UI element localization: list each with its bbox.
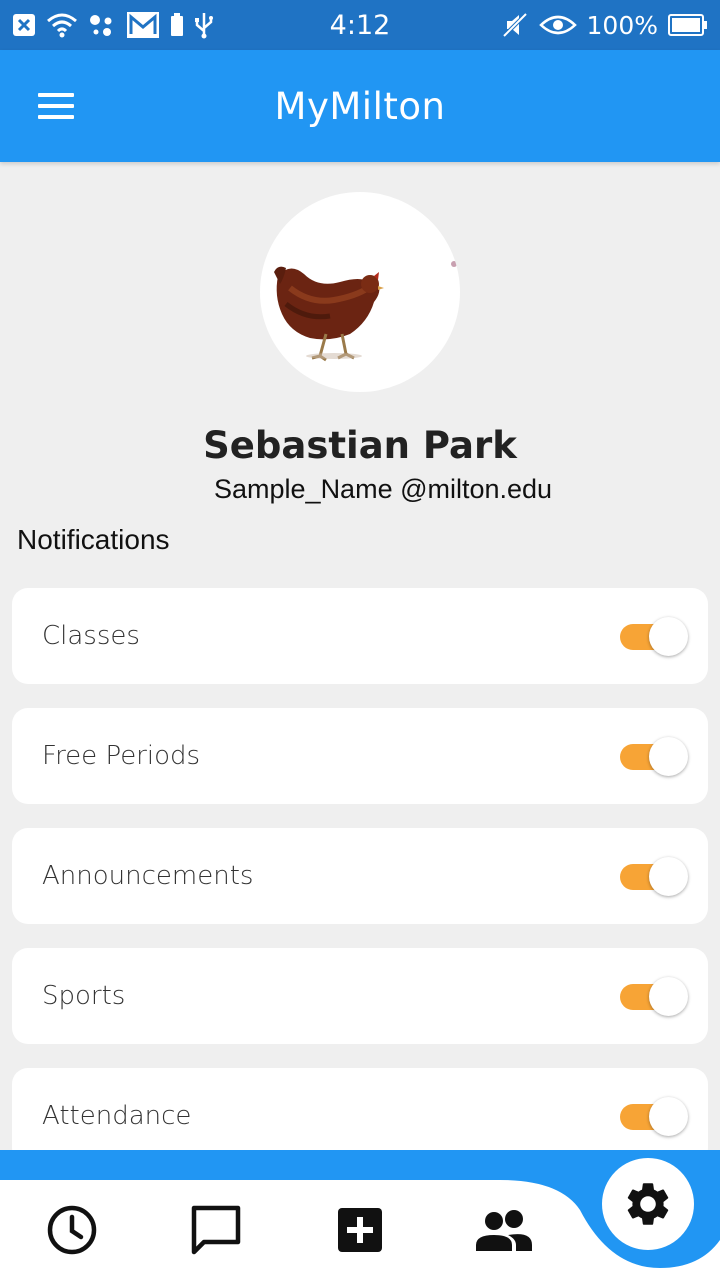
attendance-toggle[interactable]: [616, 1096, 688, 1136]
hen-photo: [274, 261, 457, 362]
people-nav-button[interactable]: [472, 1200, 536, 1260]
classes-toggle[interactable]: [616, 616, 688, 656]
battery-percent: 100%: [586, 10, 658, 40]
close-box-icon: [12, 13, 36, 37]
notification-label: Classes: [42, 621, 140, 651]
notification-label: Sports: [42, 981, 126, 1011]
battery-icon: [668, 14, 708, 36]
notifications-title: Notifications: [17, 524, 170, 555]
hamburger-menu-icon[interactable]: [36, 88, 76, 124]
notification-label: Free Periods: [42, 741, 201, 771]
sports-toggle[interactable]: [616, 976, 688, 1016]
free-periods-toggle[interactable]: [616, 736, 688, 776]
notification-label: Announcements: [42, 861, 254, 891]
notification-card-sports: Sports: [12, 948, 708, 1044]
notification-card-free-periods: Free Periods: [12, 708, 708, 804]
clock-icon: [47, 1205, 97, 1255]
status-left-icons: [12, 11, 214, 39]
messages-nav-button[interactable]: [186, 1200, 246, 1260]
notification-card-classes: Classes: [12, 588, 708, 684]
assistant-dots-icon: [88, 13, 116, 37]
status-right-icons: 100%: [501, 11, 708, 40]
schedule-nav-button[interactable]: [42, 1200, 102, 1260]
add-box-icon: [338, 1208, 382, 1252]
user-name: Sebastian Park: [203, 424, 517, 467]
gmail-icon: [126, 11, 160, 39]
notification-label: Attendance: [42, 1101, 192, 1131]
notification-list: Classes Free Periods Announcements Sport…: [12, 588, 708, 1188]
user-email: Sample_Name @milton.edu: [214, 474, 553, 504]
usb-icon: [194, 11, 214, 39]
gear-icon: [627, 1183, 669, 1225]
app-title: MyMilton: [274, 84, 446, 128]
announcements-toggle[interactable]: [616, 856, 688, 896]
settings-nav-button[interactable]: [602, 1158, 694, 1250]
chat-icon: [191, 1205, 241, 1255]
eye-icon: [538, 13, 577, 37]
app-bar: MyMilton: [0, 50, 720, 162]
notification-card-announcements: Announcements: [12, 828, 708, 924]
wifi-icon: [46, 12, 78, 38]
status-bar: 4:12 100%: [0, 0, 720, 50]
add-nav-button[interactable]: [330, 1200, 390, 1260]
battery-small-icon: [170, 13, 184, 37]
people-icon: [476, 1210, 532, 1251]
mute-icon: [501, 11, 529, 39]
avatar[interactable]: [260, 192, 460, 392]
